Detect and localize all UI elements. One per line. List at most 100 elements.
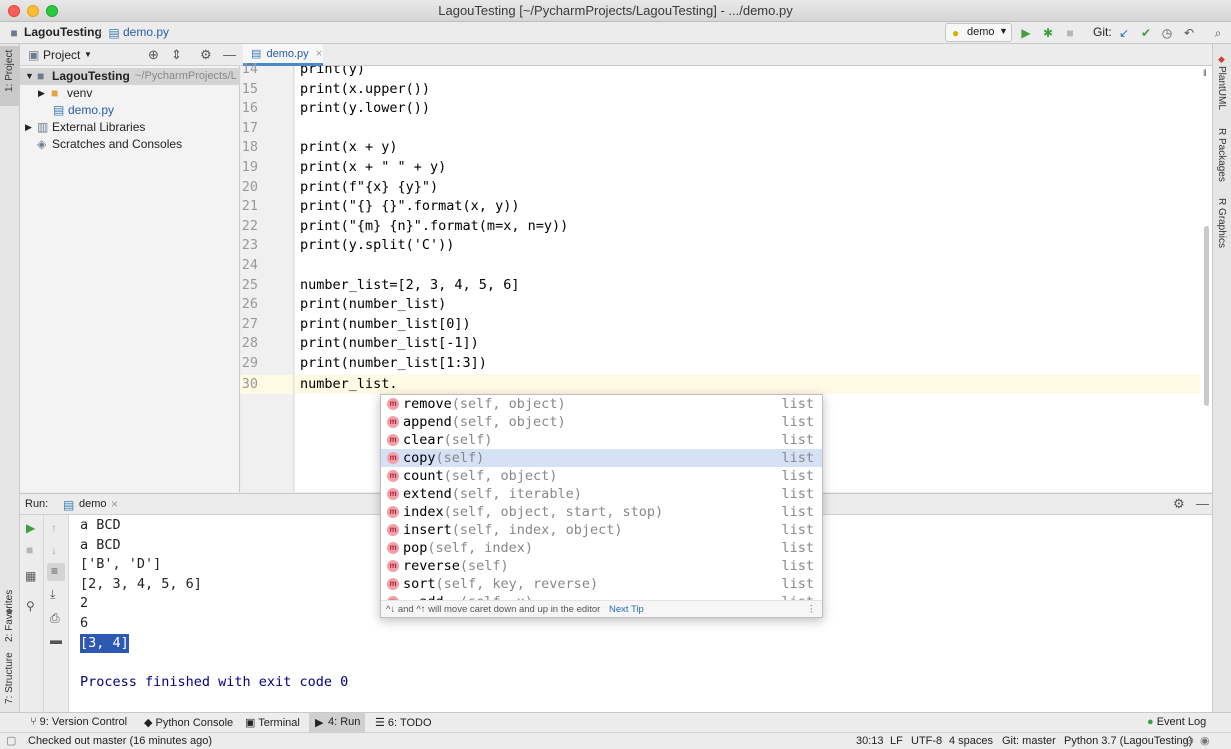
python-icon: ◆ <box>144 717 156 729</box>
plantuml-tool-label[interactable]: PlantUML <box>1216 66 1227 110</box>
soft-wrap-toggle[interactable]: ≡ <box>47 563 65 581</box>
completion-item-append[interactable]: m append(self, object) list <box>381 413 822 431</box>
completion-item-sort[interactable]: m sort(self, key, reverse) list <box>381 575 822 593</box>
minimize-window-button[interactable] <box>27 5 39 17</box>
close-window-button[interactable] <box>8 5 20 17</box>
print-icon[interactable]: ⎙ <box>50 611 60 626</box>
navigation-bar: ■ LagouTesting › ▤ demo.py ● demo ▼ ▶ ✱ … <box>0 22 1231 44</box>
scroll-to-end-icon[interactable]: ⤓ <box>50 587 55 602</box>
line-number: 27 <box>241 315 258 332</box>
file-encoding[interactable]: UTF-8 <box>911 733 942 749</box>
completion-item-remove[interactable]: m remove(self, object) list <box>381 395 822 413</box>
completion-item-insert[interactable]: m insert(self, index, object) list <box>381 521 822 539</box>
caret-position[interactable]: 30:13 <box>856 733 884 749</box>
method-icon: m <box>387 542 399 554</box>
inspector-icon[interactable]: ◉ <box>1200 733 1210 749</box>
gear-icon[interactable]: ⚙ <box>200 47 212 63</box>
breadcrumb-project[interactable]: LagouTesting <box>24 25 102 39</box>
r-packages-tool-label[interactable]: R Packages <box>1216 128 1227 182</box>
todo-tool[interactable]: ☰ 6: TODO <box>375 716 432 729</box>
star-icon: ★ <box>5 607 14 618</box>
completion-item-args: (self, object, start, stop) <box>443 504 664 520</box>
git-history-icon[interactable]: ◷ <box>1159 25 1175 41</box>
run-tab-label[interactable]: demo <box>79 498 107 510</box>
run-tool[interactable]: ▶ 4: Run <box>309 713 365 732</box>
tree-item-demo-py[interactable]: ▤ demo.py <box>20 102 240 119</box>
tree-item-external-libraries[interactable]: ▶ ▥ External Libraries <box>20 119 240 136</box>
completion-item-label: extend <box>403 486 452 502</box>
stop-icon[interactable]: ■ <box>1062 25 1078 41</box>
editor-scrollbar[interactable]: ‖ <box>1200 66 1212 492</box>
scratches-icon: ◈ <box>37 137 47 151</box>
project-view-label[interactable]: Project <box>43 48 80 62</box>
trash-icon[interactable]: ▬ <box>50 633 62 647</box>
chevron-down-icon[interactable]: ▼ <box>84 50 92 59</box>
completion-item-type: list <box>781 396 814 412</box>
completion-item-args: (self, key, reverse) <box>435 576 599 592</box>
completion-item-clear[interactable]: m clear(self) list <box>381 431 822 449</box>
completion-item-type: list <box>781 432 814 448</box>
r-graphics-tool-label[interactable]: R Graphics <box>1216 198 1227 248</box>
indent-setting[interactable]: 4 spaces <box>949 733 993 749</box>
completion-item-reverse[interactable]: m reverse(self) list <box>381 557 822 575</box>
terminal-tool[interactable]: ▣ Terminal <box>245 716 300 729</box>
tree-item-root[interactable]: ▼ ■ LagouTesting ~/PycharmProjects/L <box>20 68 240 85</box>
version-control-tool[interactable]: ⑂ 9: Version Control <box>30 716 127 728</box>
structure-tool-label[interactable]: 7: Structure <box>4 652 15 704</box>
python-console-tool[interactable]: ◆ Python Console <box>144 716 233 729</box>
tree-item-venv[interactable]: ▶ ■ venv <box>20 85 240 102</box>
completion-item-extend[interactable]: m extend(self, iterable) list <box>381 485 822 503</box>
hide-panel-icon[interactable]: — <box>1196 496 1209 511</box>
git-update-icon[interactable]: ↙ <box>1116 25 1132 41</box>
locate-icon[interactable]: ⊕ <box>148 47 159 63</box>
python-console-label: Python Console <box>155 717 234 729</box>
close-tab-icon[interactable]: × <box>111 497 118 511</box>
status-window-icon[interactable]: ▢ <box>6 733 16 749</box>
editor-tab-bar: ▤ demo.py × <box>241 44 1212 66</box>
git-commit-icon[interactable]: ✔ <box>1138 25 1154 41</box>
debug-icon[interactable]: ✱ <box>1040 25 1056 41</box>
close-tab-icon[interactable]: × <box>316 48 322 60</box>
collapse-all-icon[interactable]: ⇕ <box>171 47 182 63</box>
git-branch[interactable]: Git: master <box>1002 733 1056 749</box>
more-options-icon[interactable]: ⋮ <box>807 601 817 617</box>
python-interpreter[interactable]: Python 3.7 (LagouTesting) <box>1064 733 1192 749</box>
tree-item-scratches[interactable]: ◈ Scratches and Consoles <box>20 136 240 153</box>
completion-item-label: index <box>403 504 444 520</box>
folder-icon: ■ <box>10 26 18 40</box>
arrow-down-icon[interactable]: ↓ <box>51 543 57 557</box>
search-everywhere-icon[interactable]: ⌕ <box>1210 25 1226 41</box>
zoom-window-button[interactable] <box>46 5 58 17</box>
git-rollback-icon[interactable]: ↶ <box>1181 25 1197 41</box>
next-tip-link[interactable]: Next Tip <box>609 604 644 615</box>
breadcrumb-separator: › <box>98 25 102 39</box>
gear-icon[interactable]: ⚙ <box>1173 496 1185 512</box>
code-line: number_list=[2, 3, 4, 5, 6] <box>300 276 520 293</box>
run-config-selector[interactable]: ● demo ▼ <box>945 23 1012 42</box>
completion-item-index[interactable]: m index(self, object, start, stop) list <box>381 503 822 521</box>
scrollbar-thumb[interactable] <box>1204 226 1209 406</box>
event-log-tool[interactable]: ● Event Log <box>1147 716 1206 728</box>
arrow-up-icon[interactable]: ↑ <box>51 521 57 535</box>
completion-item-copy[interactable]: m copy(self) list <box>381 449 822 467</box>
breadcrumb-file[interactable]: demo.py <box>123 25 169 39</box>
completion-item-count[interactable]: m count(self, object) list <box>381 467 822 485</box>
line-separator[interactable]: LF <box>890 733 903 749</box>
python-file-icon: ▤ <box>53 103 65 117</box>
stop-icon[interactable]: ■ <box>26 543 33 557</box>
line-number: 14 <box>241 61 258 77</box>
chevron-right-icon[interactable]: ▶ <box>38 85 45 102</box>
completion-item-pop[interactable]: m pop(self, index) list <box>381 539 822 557</box>
lock-icon[interactable]: ⊙ <box>1185 733 1194 749</box>
rerun-icon[interactable]: ▶ <box>26 521 35 535</box>
chevron-down-icon[interactable]: ▼ <box>25 68 34 85</box>
line-number: 26 <box>241 296 258 313</box>
completion-item-type: list <box>781 504 814 520</box>
completion-item-type: list <box>781 522 814 538</box>
run-icon[interactable]: ▶ <box>1018 25 1034 41</box>
pin-icon[interactable]: ⚲ <box>26 599 35 613</box>
code-completion-popup[interactable]: m remove(self, object) list m append(self, o… <box>380 394 823 618</box>
chevron-right-icon[interactable]: ▶ <box>25 119 32 136</box>
layout-icon[interactable]: ▦ <box>25 569 36 583</box>
run-tool-label: 4: Run <box>328 716 361 728</box>
